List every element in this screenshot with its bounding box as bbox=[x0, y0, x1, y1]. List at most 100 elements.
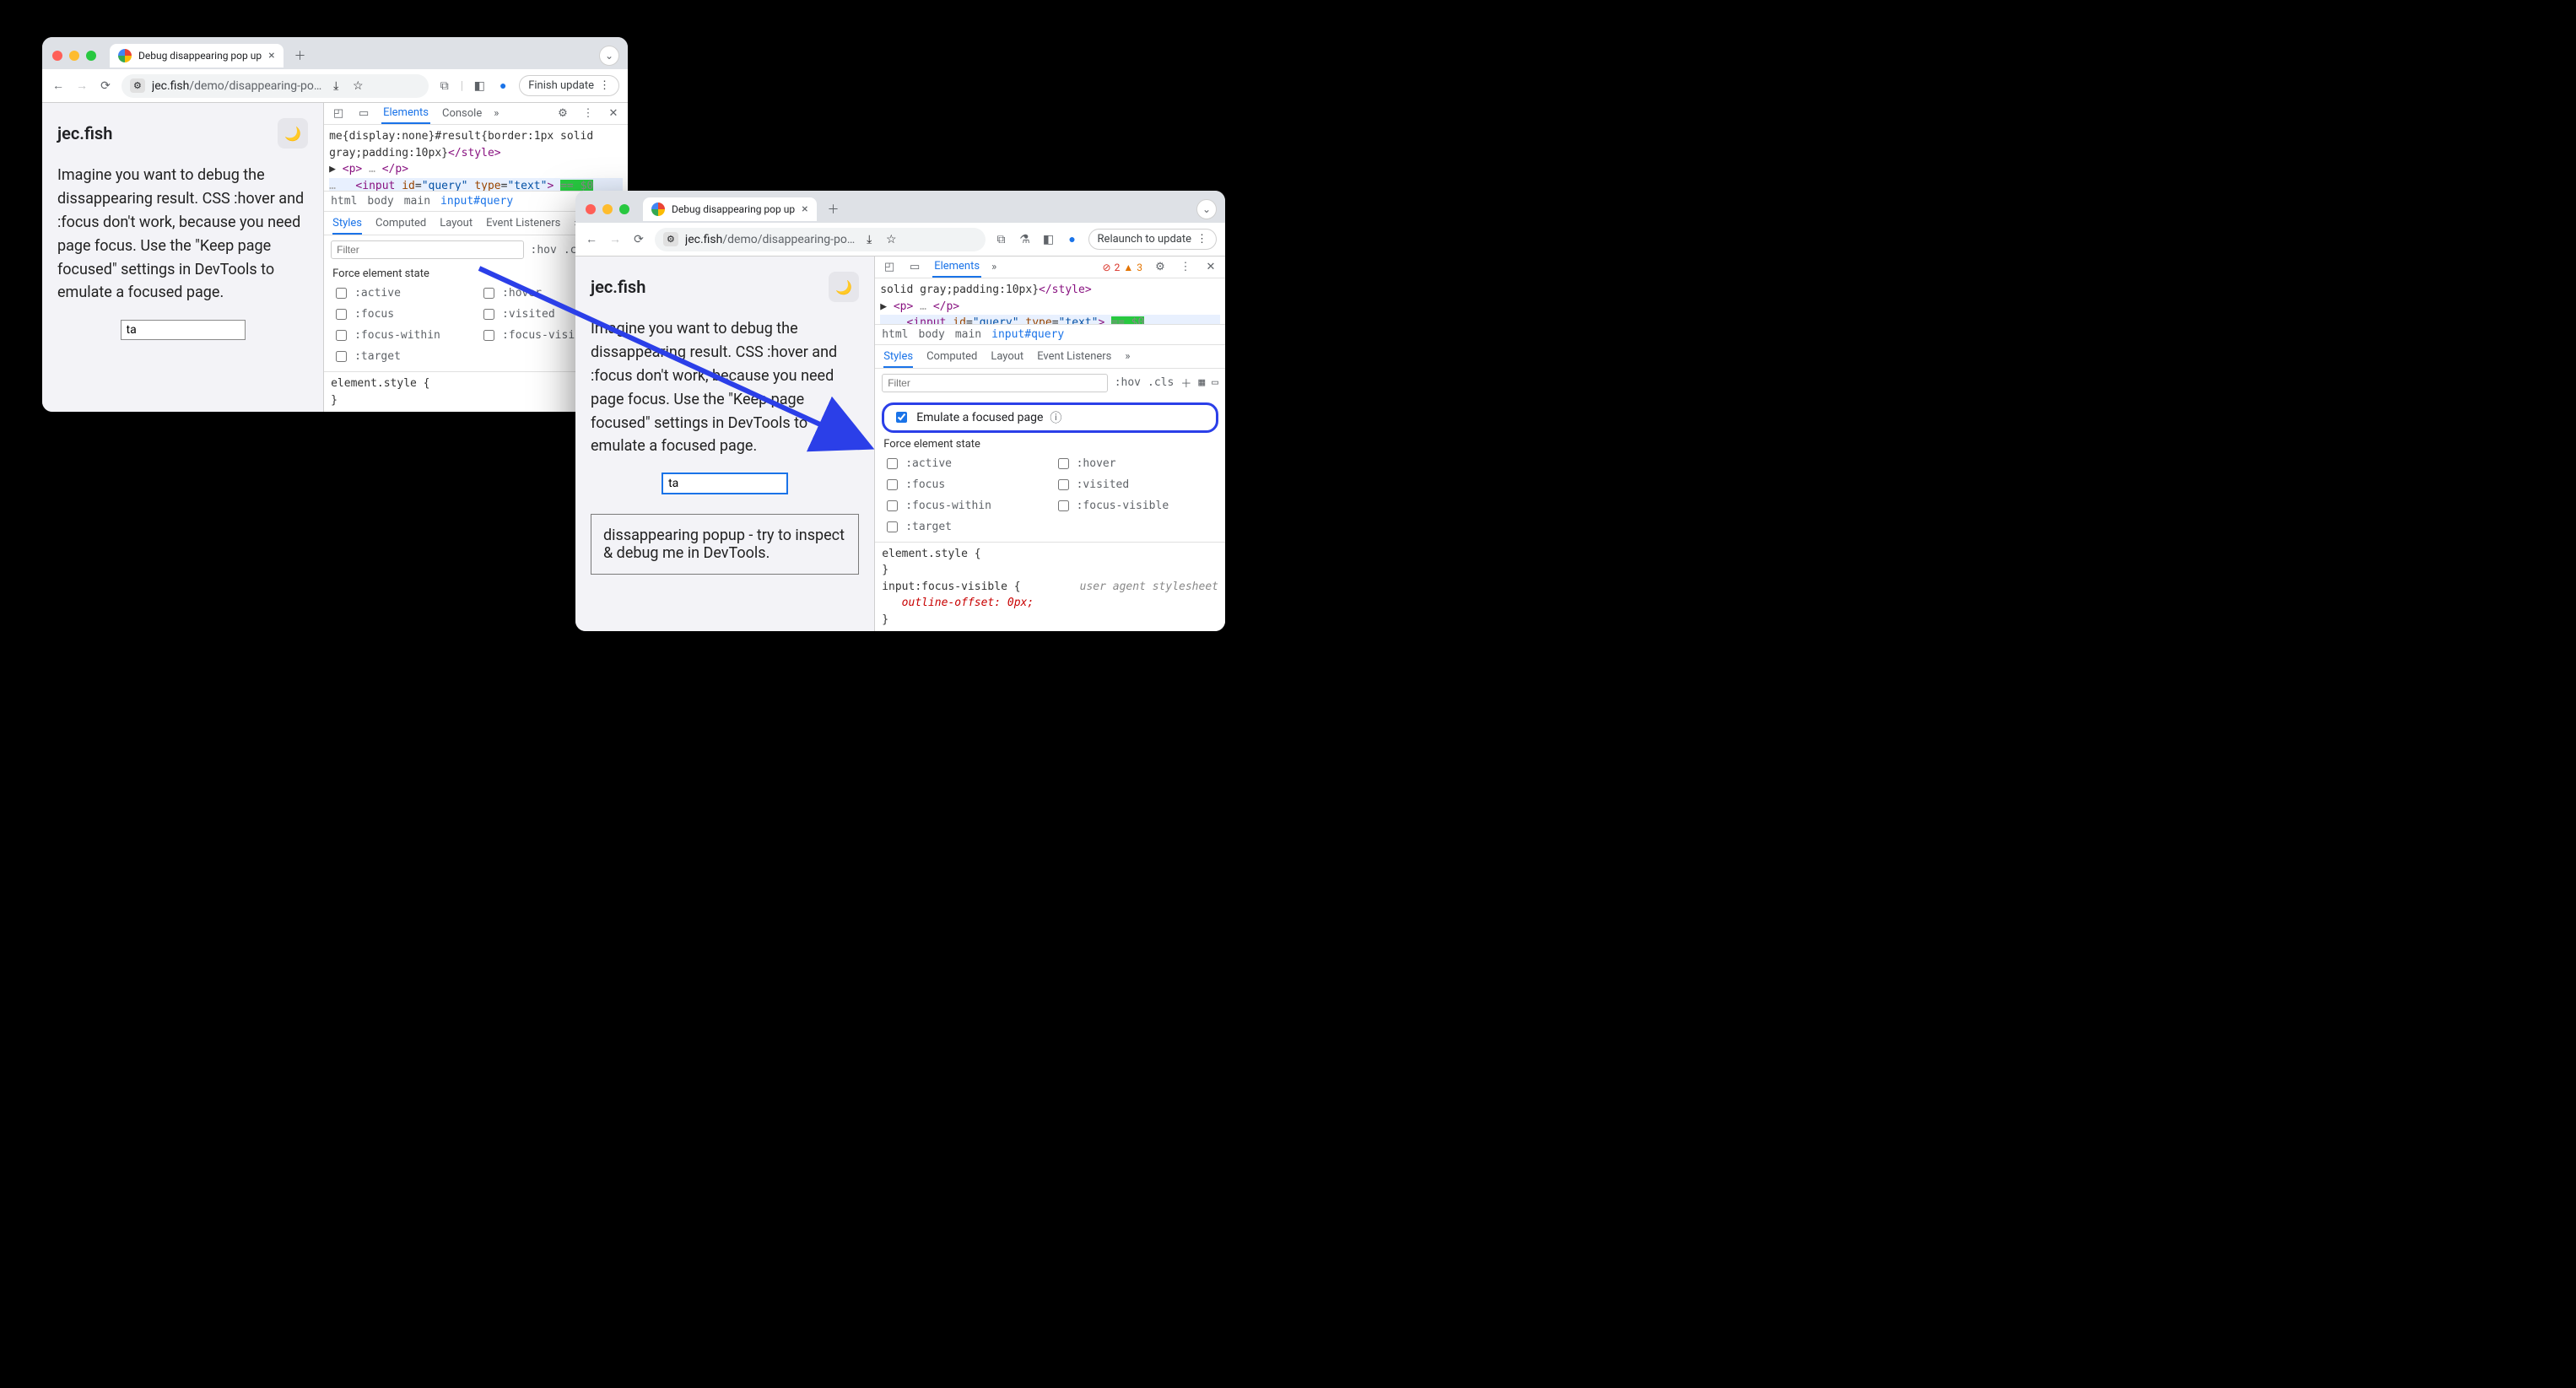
state-target[interactable]: :target bbox=[883, 519, 1045, 535]
crumb-main[interactable]: main bbox=[404, 195, 430, 208]
minimize-window-icon[interactable] bbox=[69, 51, 79, 61]
state-hover[interactable]: :hover bbox=[1055, 456, 1217, 472]
issue-badges[interactable]: ⊘2 ▲3 bbox=[1103, 262, 1142, 273]
tab-elements[interactable]: Elements bbox=[932, 257, 981, 278]
update-chip[interactable]: Relaunch to update⋮ bbox=[1088, 229, 1217, 250]
cls-toggle[interactable]: .cls bbox=[1148, 376, 1174, 389]
query-input[interactable] bbox=[121, 320, 246, 340]
sidepanel-icon[interactable]: ◧ bbox=[1041, 232, 1056, 247]
new-tab-button[interactable]: ＋ bbox=[824, 199, 844, 219]
bookmark-icon[interactable]: ☆ bbox=[350, 78, 365, 94]
inspect-icon[interactable]: ◰ bbox=[882, 260, 897, 275]
close-window-icon[interactable] bbox=[52, 51, 62, 61]
breadcrumbs[interactable]: html body main input#query bbox=[875, 324, 1225, 345]
address-bar[interactable]: ⚙ jec.fish/demo/disappearing-po… ⤓ ☆ bbox=[655, 228, 986, 251]
extensions-icon[interactable]: ⧉ bbox=[994, 232, 1009, 247]
more-tabs-icon[interactable]: » bbox=[991, 261, 996, 273]
close-devtools-icon[interactable]: ✕ bbox=[1203, 260, 1218, 275]
device-icon[interactable]: ▭ bbox=[356, 106, 371, 122]
help-icon[interactable]: ⓘ bbox=[1050, 409, 1061, 426]
query-input[interactable] bbox=[662, 473, 787, 494]
browser-tab[interactable]: Debug disappearing pop up × bbox=[643, 197, 817, 221]
back-button[interactable]: ← bbox=[584, 232, 599, 247]
site-settings-icon[interactable]: ⚙ bbox=[663, 232, 678, 246]
tab-computed[interactable]: Computed bbox=[926, 350, 977, 368]
state-active[interactable]: :active bbox=[332, 285, 472, 301]
state-focus-within[interactable]: :focus-within bbox=[332, 327, 472, 343]
state-active[interactable]: :active bbox=[883, 456, 1045, 472]
close-devtools-icon[interactable]: ✕ bbox=[606, 106, 621, 122]
state-focus-visible[interactable]: :focus-visible bbox=[1055, 498, 1217, 514]
tab-event-listeners[interactable]: Event Listeners bbox=[1037, 350, 1111, 368]
state-focus[interactable]: :focus bbox=[883, 477, 1045, 493]
tab-styles[interactable]: Styles bbox=[332, 217, 362, 235]
emulate-focused-page-row[interactable]: Emulate a focused page ⓘ bbox=[882, 402, 1218, 433]
site-settings-icon[interactable]: ⚙ bbox=[130, 78, 145, 93]
crumb-html[interactable]: html bbox=[331, 195, 357, 208]
crumb-input[interactable]: input#query bbox=[991, 328, 1064, 341]
tab-event-listeners[interactable]: Event Listeners bbox=[486, 217, 560, 235]
profile-icon[interactable]: ● bbox=[1065, 232, 1080, 247]
hov-toggle[interactable]: :hov bbox=[531, 244, 557, 257]
crumb-body[interactable]: body bbox=[919, 328, 945, 341]
address-bar[interactable]: ⚙ jec.fish/demo/disappearing-po… ⤓ ☆ bbox=[122, 74, 429, 98]
kebab-icon[interactable]: ⋮ bbox=[1178, 260, 1193, 275]
install-icon[interactable]: ⤓ bbox=[861, 232, 877, 247]
dom-tree[interactable]: solid gray;padding:10px}</style> ▶ <p> …… bbox=[875, 278, 1225, 324]
tab-layout[interactable]: Layout bbox=[440, 217, 473, 235]
experiments-icon[interactable]: ⚗ bbox=[1018, 232, 1033, 247]
close-tab-icon[interactable]: × bbox=[802, 203, 807, 215]
forward-button[interactable]: → bbox=[74, 78, 89, 94]
hov-toggle[interactable]: :hov bbox=[1115, 376, 1141, 389]
styles-filter-input[interactable] bbox=[331, 240, 523, 259]
reload-button[interactable]: ⟳ bbox=[631, 232, 646, 247]
styles-filter-input[interactable] bbox=[882, 374, 1108, 392]
minimize-window-icon[interactable] bbox=[602, 204, 613, 214]
crumb-body[interactable]: body bbox=[367, 195, 393, 208]
profile-icon[interactable]: ● bbox=[495, 78, 510, 94]
emulate-focused-page-checkbox[interactable] bbox=[896, 412, 907, 423]
kebab-icon[interactable]: ⋮ bbox=[581, 106, 596, 122]
close-tab-icon[interactable]: × bbox=[268, 50, 274, 62]
state-visited[interactable]: :visited bbox=[1055, 477, 1217, 493]
state-target[interactable]: :target bbox=[332, 348, 472, 365]
state-focus-within[interactable]: :focus-within bbox=[883, 498, 1045, 514]
layout-pane-icon[interactable]: ▭ bbox=[1212, 376, 1218, 389]
dark-mode-toggle[interactable]: 🌙 bbox=[278, 118, 308, 149]
browser-tab[interactable]: Debug disappearing pop up × bbox=[110, 44, 284, 68]
crumb-main[interactable]: main bbox=[955, 328, 981, 341]
update-chip[interactable]: Finish update⋮ bbox=[519, 75, 619, 96]
bookmark-icon[interactable]: ☆ bbox=[883, 232, 899, 247]
tab-overflow-button[interactable]: ⌄ bbox=[1196, 199, 1217, 219]
settings-icon[interactable]: ⚙ bbox=[1153, 260, 1168, 275]
close-window-icon[interactable] bbox=[586, 204, 596, 214]
tab-layout[interactable]: Layout bbox=[991, 350, 1023, 368]
maximize-window-icon[interactable] bbox=[619, 204, 629, 214]
forward-button[interactable]: → bbox=[608, 232, 623, 247]
extensions-icon[interactable]: ⧉ bbox=[437, 78, 452, 94]
new-tab-button[interactable]: ＋ bbox=[290, 46, 311, 66]
more-tabs-icon[interactable]: » bbox=[494, 107, 499, 120]
tab-styles[interactable]: Styles bbox=[883, 350, 913, 368]
crumb-html[interactable]: html bbox=[882, 328, 908, 341]
maximize-window-icon[interactable] bbox=[86, 51, 96, 61]
tab-computed[interactable]: Computed bbox=[375, 217, 426, 235]
tab-elements[interactable]: Elements bbox=[381, 103, 430, 124]
inspect-icon[interactable]: ◰ bbox=[331, 106, 346, 122]
settings-icon[interactable]: ⚙ bbox=[555, 106, 570, 122]
tab-overflow-button[interactable]: ⌄ bbox=[599, 46, 619, 66]
tab-console[interactable]: Console bbox=[440, 104, 483, 123]
new-style-button[interactable]: ＋ bbox=[1180, 375, 1191, 391]
css-rules[interactable]: element.style { } input:focus-visible {u… bbox=[875, 542, 1225, 632]
back-button[interactable]: ← bbox=[51, 78, 66, 94]
dark-mode-toggle[interactable]: 🌙 bbox=[829, 272, 859, 302]
computed-pane-icon[interactable]: ▦ bbox=[1198, 376, 1205, 389]
dom-tree[interactable]: me{display:none}#result{border:1px solid… bbox=[324, 125, 628, 191]
more-subtabs-icon[interactable]: » bbox=[1125, 350, 1130, 368]
reload-button[interactable]: ⟳ bbox=[98, 78, 113, 94]
sidepanel-icon[interactable]: ◧ bbox=[472, 78, 487, 94]
state-focus[interactable]: :focus bbox=[332, 306, 472, 322]
device-icon[interactable]: ▭ bbox=[907, 260, 922, 275]
crumb-input[interactable]: input#query bbox=[440, 195, 513, 208]
install-icon[interactable]: ⤓ bbox=[328, 78, 343, 94]
